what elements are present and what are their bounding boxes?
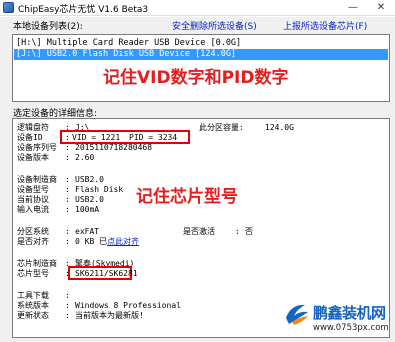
model-value: Flash Disk <box>75 185 124 194</box>
watermark-brand: 鹏鑫装机网 <box>313 304 386 322</box>
update-key: 更新状态 <box>17 311 49 320</box>
fs-value: exFAT <box>75 227 100 236</box>
version-key: 设备版本 <box>17 153 49 162</box>
vid-value: VID = 1221 <box>72 133 121 142</box>
current-key: 输入电流 <box>17 205 49 214</box>
safe-remove-link[interactable]: 安全删除所选设备(S) <box>172 19 257 32</box>
drive-letter-key: 逻辑盘符 <box>17 123 49 132</box>
tool-key: 工具下载 <box>17 291 49 300</box>
pid-value: PID = 3234 <box>129 133 178 142</box>
detail-row-chip-model: 芯片型号: <box>17 269 70 278</box>
detail-row-protocol: 当前协议: USB2.0 <box>17 195 104 204</box>
fs-key: 分区系统 <box>17 227 49 236</box>
chip-model-key: 芯片型号 <box>17 269 49 278</box>
chip-vendor-key: 芯片制造商 <box>17 259 57 268</box>
detail-row-serial: 设备序列号:20151107182804​68 <box>17 143 153 152</box>
detail-row-model: 设备型号: Flash Disk <box>17 185 124 194</box>
upload-chip-link[interactable]: 上报所选设备芯片(F) <box>283 19 367 32</box>
active-key: 是否激活 <box>183 227 215 236</box>
align-key: 是否对齐 <box>17 237 49 246</box>
detail-row-version: 设备版本:2.60 <box>17 153 95 162</box>
watermark-url: www.0753px.com <box>313 323 389 333</box>
serial-key: 设备序列号 <box>17 143 57 152</box>
update-value: 当前版本为最新版! <box>75 311 144 320</box>
close-button[interactable]: ✕ <box>368 0 394 15</box>
title-bar: ChipEasy芯片无忧 V1.6 Beta3 — ✕ <box>0 0 395 16</box>
device-id-key: 设备ID <box>17 133 43 142</box>
model-key: 设备型号 <box>17 185 49 194</box>
device-item-flash-disk-selected[interactable]: [J:\] USB2.0 Flash Disk USB Device [124.… <box>14 49 388 60</box>
protocol-value: USB2.0 <box>75 195 104 204</box>
site-logo-icon <box>286 304 308 325</box>
active-value: 否 <box>245 227 253 236</box>
align-value: 0 KB 已 <box>75 237 108 246</box>
device-list-label: 本地设备列表(2): <box>13 22 83 32</box>
capacity-key: 此分区容量: <box>199 123 244 132</box>
detail-row-current: 输入电流:100mA <box>17 205 100 214</box>
active-colon: : <box>235 227 240 236</box>
protocol-key: 当前协议 <box>17 195 49 204</box>
watermark: 鹏鑫装机网 www.0753px.com <box>283 298 395 342</box>
device-list-header: 本地设备列表(2): 安全删除所选设备(S) 上报所选设备芯片(F) <box>0 17 395 32</box>
vendor-key: 设备制造商 <box>17 175 57 184</box>
window-title: ChipEasy芯片无忧 V1.6 Beta3 <box>18 5 149 15</box>
current-value: 100mA <box>75 205 100 214</box>
os-value: Windows 8 Professional <box>75 301 181 310</box>
detail-row-os: 系统版本: Windows 8 Professional <box>17 301 181 310</box>
app-icon <box>3 2 14 13</box>
os-key: 系统版本 <box>17 301 49 310</box>
annotation-vid-pid: 记住VID数字和PID数字 <box>103 68 289 88</box>
detail-row-vendor: 设备制造商: USB2.0 <box>17 175 104 184</box>
detail-row-update: 更新状态: 当前版本为最新版! <box>17 311 144 320</box>
minimize-button[interactable]: — <box>340 0 366 15</box>
detail-row-align: 是否对齐:0 KB 已点此对齐 <box>17 237 140 246</box>
detail-row-tool: 工具下载: <box>17 291 70 300</box>
device-item-card-reader[interactable]: [H:\] Multiple Card Reader USB Device [0… <box>14 38 388 49</box>
version-value: 2.60 <box>75 153 95 162</box>
serial-value: 20151107182804​68 <box>75 143 153 152</box>
vendor-value: USB2.0 <box>75 175 104 184</box>
align-now-link[interactable]: 点此对齐 <box>107 237 139 246</box>
capacity-value: 124.0G <box>265 123 294 132</box>
annotation-chip-model: 记住芯片型号 <box>136 187 238 207</box>
detail-row-fs: 分区系统: exFAT <box>17 227 100 236</box>
chip-model-value: SK6211/SK6281 <box>75 269 138 278</box>
